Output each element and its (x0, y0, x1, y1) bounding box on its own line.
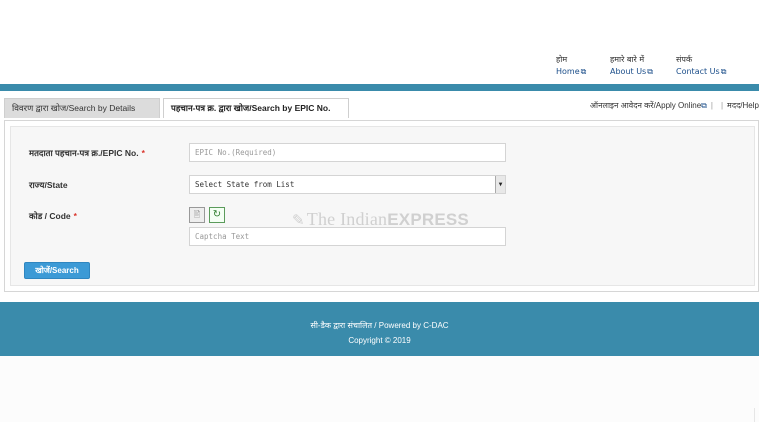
state-select-value: Select State from List (195, 180, 295, 189)
epic-number-input[interactable]: EPIC No.(Required) (189, 143, 506, 162)
search-button[interactable]: खोजें/Search (24, 262, 90, 279)
nav-contact-label: Contact Us (676, 67, 720, 76)
help-link[interactable]: मदद/Help (727, 101, 759, 110)
top-navigation: होम Home⧉ हमारे बारे में About Us⧉ संपर्… (0, 54, 759, 80)
apply-online-label: ऑनलाइन आवेदन करें/Apply Online (589, 101, 702, 110)
link-separator: | (720, 101, 724, 110)
header-right-links: ऑनलाइन आवेदन करें/Apply Online⧉ | | मदद/Hel… (590, 100, 759, 111)
watermark: ✎ The IndianEXPRESS (292, 209, 469, 230)
link-separator: | (710, 101, 713, 110)
nav-about-hindi: हमारे बारे में (610, 55, 645, 64)
nav-contact[interactable]: संपर्क Contact Us⧉ (676, 54, 726, 78)
nav-contact-link[interactable]: Contact Us⧉ (676, 66, 726, 78)
watermark-logo-icon: ✎ (292, 213, 305, 229)
chevron-down-icon[interactable]: ▼ (495, 176, 505, 193)
search-panel: मतदाता पहचान-पत्र क्र./EPIC No. * EPIC No… (4, 120, 759, 292)
footer-copyright: Copyright © 2019 (348, 336, 411, 345)
nav-home[interactable]: होम Home⧉ (556, 54, 586, 78)
required-mark: * (141, 148, 145, 158)
tab-search-by-epic[interactable]: पहचान-पत्र क्र. द्वारा खोज/Search by EPI… (163, 98, 349, 118)
epic-number-label-text: मतदाता पहचान-पत्र क्र./EPIC No. (29, 148, 139, 158)
external-link-icon: ⧉ (720, 67, 727, 76)
epic-number-label: मतदाता पहचान-पत्र क्र./EPIC No. * (29, 148, 145, 159)
external-link-icon: ⧉ (701, 101, 707, 110)
captcha-image-icon: 🖹 (189, 207, 205, 223)
captcha-code-label-text: कोड / Code (29, 211, 71, 221)
header-divider-bar (0, 84, 759, 91)
footer-powered-by: सी-डैक द्वारा संचालित / Powered by C-DAC (310, 321, 449, 330)
required-mark: * (73, 211, 77, 221)
epic-search-form: मतदाता पहचान-पत्र क्र./EPIC No. * EPIC No… (10, 126, 755, 286)
nav-home-hindi: होम (556, 55, 568, 64)
state-select[interactable]: Select State from List ▼ (189, 175, 506, 194)
nav-about-link[interactable]: About Us⧉ (610, 66, 653, 78)
captcha-code-label: कोड / Code * (29, 211, 77, 222)
nav-home-link[interactable]: Home⧉ (556, 66, 586, 78)
apply-online-link[interactable]: ऑनलाइन आवेदन करें/Apply Online⧉ (590, 101, 707, 110)
footer: सी-डैक द्वारा संचालित / Powered by C-DAC… (0, 302, 759, 356)
watermark-text-part2: EXPRESS (387, 210, 469, 229)
scrollbar-edge (754, 408, 755, 422)
external-link-icon: ⧉ (647, 67, 653, 76)
page-bottom-area (0, 356, 759, 422)
refresh-captcha-icon[interactable]: ↻ (209, 207, 225, 223)
watermark-text-part1: The Indian (306, 209, 388, 229)
external-link-icon: ⧉ (580, 67, 587, 76)
nav-contact-hindi: संपर्क (676, 55, 693, 64)
nav-home-label: Home (556, 67, 580, 76)
state-label: राज्य/State (29, 180, 68, 190)
tab-search-by-details[interactable]: विवरण द्वारा खोज/Search by Details (4, 98, 160, 118)
nav-about-label: About Us (610, 67, 647, 76)
nav-about[interactable]: हमारे बारे में About Us⧉ (610, 54, 653, 78)
